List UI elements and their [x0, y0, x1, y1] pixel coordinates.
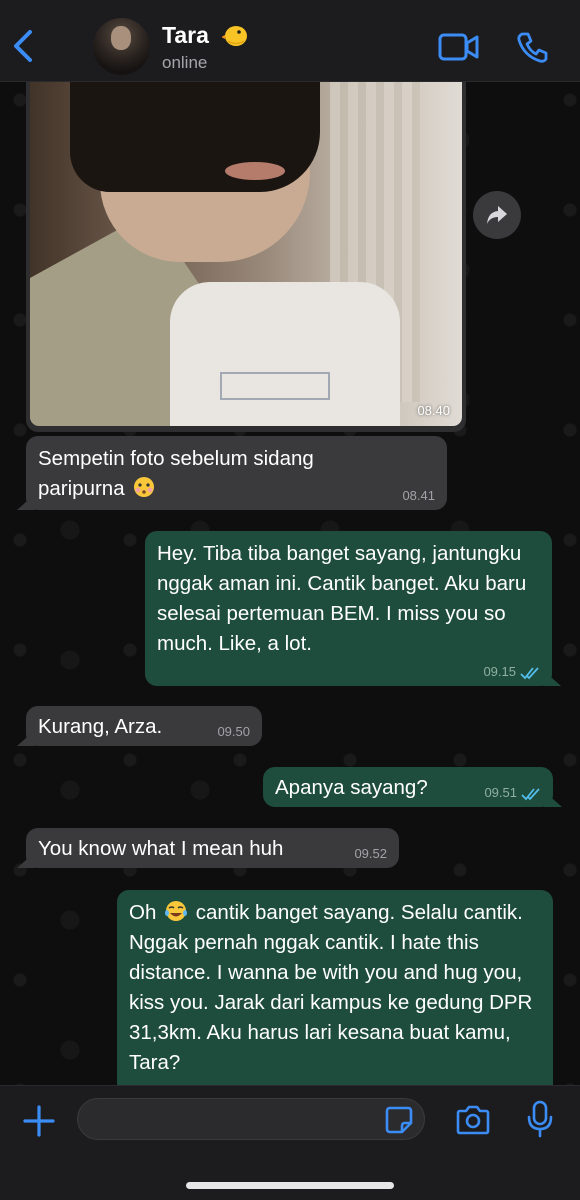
message-time: 09.50	[217, 724, 250, 739]
video-call-button[interactable]	[438, 32, 480, 62]
message-text: cantik banget sayang. Selalu cantik. Ngg…	[129, 901, 533, 1074]
sticker-button[interactable]	[384, 1105, 414, 1135]
forward-arrow-icon	[487, 206, 507, 224]
chat-header: Tara online	[0, 0, 580, 82]
message-input[interactable]	[77, 1098, 425, 1140]
outgoing-message[interactable]: Hey. Tiba tiba banget sayang, jantungku …	[145, 531, 552, 686]
incoming-message[interactable]: Sempetin foto sebelum sidang paripurna 0…	[26, 436, 447, 510]
contact-name[interactable]: Tara	[162, 22, 209, 49]
home-indicator[interactable]	[186, 1182, 394, 1189]
message-text-line: paripurna	[38, 477, 125, 500]
microphone-icon	[527, 1100, 553, 1138]
camera-button[interactable]	[455, 1104, 491, 1136]
sticker-icon	[385, 1106, 413, 1134]
double-check-read-icon	[521, 788, 540, 801]
message-time: 08.41	[402, 488, 435, 503]
double-check-read-icon	[520, 667, 539, 680]
phone-icon	[517, 32, 548, 63]
message-time: 09.52	[354, 846, 387, 861]
shared-photo[interactable]: 08.40	[30, 72, 462, 426]
flushed-face-emoji-icon	[134, 477, 155, 497]
message-time: 09.51	[484, 785, 517, 800]
contact-status: online	[162, 53, 208, 72]
voice-message-button[interactable]	[526, 1100, 554, 1138]
back-button[interactable]	[8, 26, 40, 66]
outgoing-message[interactable]: Apanya sayang? 09.51	[263, 767, 553, 807]
forward-button[interactable]	[473, 191, 521, 239]
incoming-message[interactable]: Kurang, Arza. 09.50	[26, 706, 262, 746]
tears-of-joy-emoji-icon	[165, 901, 188, 921]
message-text: Hey. Tiba tiba banget sayang, jantungku …	[157, 542, 527, 655]
video-camera-icon	[438, 33, 479, 61]
camera-icon	[456, 1105, 490, 1135]
baby-chick-emoji-icon	[222, 26, 247, 46]
message-time: 08.40	[417, 403, 450, 418]
message-input-bar	[0, 1085, 580, 1200]
outgoing-message[interactable]: Oh cantik banget sayang. Selalu cantik. …	[117, 890, 553, 1095]
chevron-left-icon	[14, 30, 32, 62]
voice-call-button[interactable]	[516, 30, 550, 64]
message-time: 09.15	[483, 664, 516, 679]
incoming-message[interactable]: You know what I mean huh 09.52	[26, 828, 399, 868]
message-text: You know what I mean huh	[38, 837, 284, 860]
message-text-line: Sempetin foto sebelum sidang	[38, 447, 314, 470]
message-text-prefix: Oh	[129, 901, 157, 924]
plus-icon	[23, 1105, 55, 1137]
image-message[interactable]: 08.40	[26, 72, 466, 432]
contact-avatar[interactable]	[93, 18, 150, 75]
attach-button[interactable]	[22, 1104, 56, 1138]
